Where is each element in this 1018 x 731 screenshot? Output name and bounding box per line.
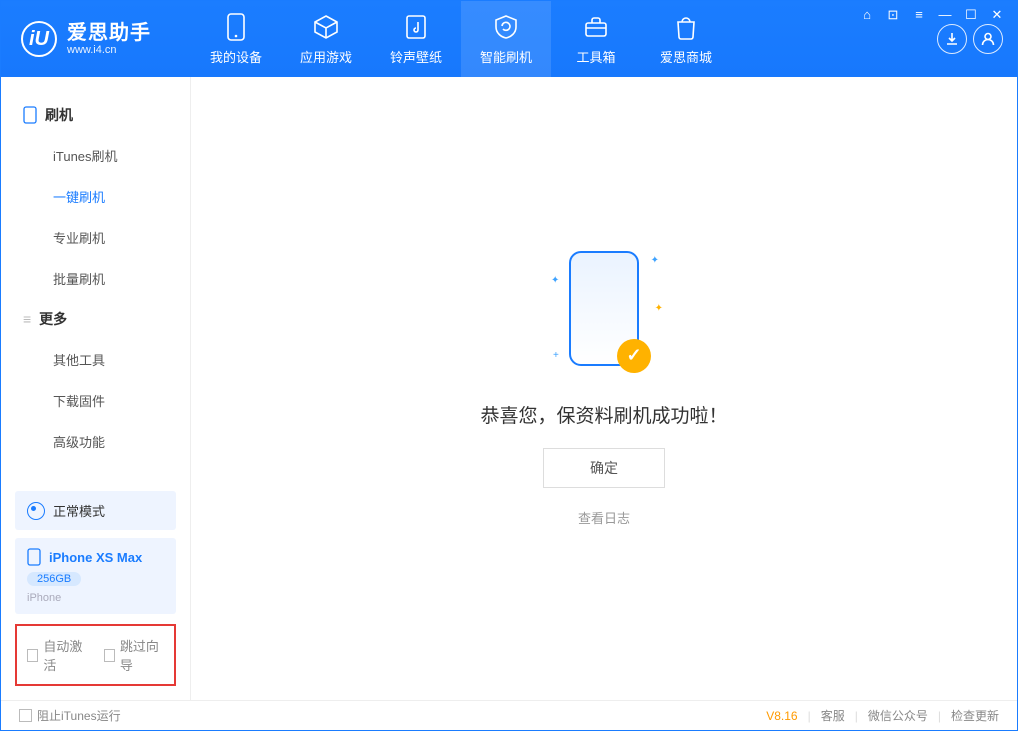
tab-my-device[interactable]: 我的设备 bbox=[191, 1, 281, 77]
bag-icon bbox=[672, 13, 700, 41]
mode-label: 正常模式 bbox=[53, 501, 105, 520]
close-icon[interactable]: ✕ bbox=[989, 7, 1005, 23]
sidebar-group-label: 更多 bbox=[39, 309, 67, 329]
device-type: iPhone bbox=[27, 592, 164, 604]
statusbar: 阻止iTunes运行 V8.16 | 客服 | 微信公众号 | 检查更新 bbox=[1, 700, 1017, 730]
sparkle-icon: + bbox=[553, 350, 559, 361]
tab-toolbox[interactable]: 工具箱 bbox=[551, 1, 641, 77]
tab-label: 应用游戏 bbox=[300, 47, 352, 66]
tab-flash[interactable]: 智能刷机 bbox=[461, 1, 551, 77]
device-capacity-badge: 256GB bbox=[27, 572, 81, 586]
tab-store[interactable]: 爱思商城 bbox=[641, 1, 731, 77]
sidebar-group-flash: 刷机 bbox=[1, 95, 190, 135]
logo: iU 爱思助手 www.i4.cn bbox=[21, 21, 191, 57]
auto-activate-checkbox[interactable]: 自动激活 bbox=[27, 636, 88, 674]
mode-card[interactable]: 正常模式 bbox=[15, 491, 176, 530]
toolbox-icon bbox=[582, 13, 610, 41]
check-update-link[interactable]: 检查更新 bbox=[951, 707, 999, 724]
checkbox-label: 自动激活 bbox=[43, 636, 87, 674]
wechat-link[interactable]: 微信公众号 bbox=[868, 707, 928, 724]
maximize-icon[interactable]: ☐ bbox=[963, 7, 979, 23]
sidebar-group-label: 刷机 bbox=[45, 105, 73, 125]
mode-icon bbox=[27, 502, 45, 520]
version-label: V8.16 bbox=[766, 709, 797, 723]
skin-icon[interactable]: ⌂ bbox=[859, 7, 875, 23]
list-icon: ≡ bbox=[23, 311, 31, 327]
ok-button[interactable]: 确定 bbox=[543, 448, 665, 488]
app-name: 爱思助手 bbox=[67, 22, 151, 44]
skip-guide-checkbox[interactable]: 跳过向导 bbox=[104, 636, 165, 674]
feedback-icon[interactable]: ⊡ bbox=[885, 7, 901, 23]
sparkle-icon: ✦ bbox=[551, 275, 559, 286]
checkbox-label: 跳过向导 bbox=[120, 636, 164, 674]
refresh-shield-icon bbox=[492, 13, 520, 41]
tab-ringtones[interactable]: 铃声壁纸 bbox=[371, 1, 461, 77]
cube-icon bbox=[312, 13, 340, 41]
device-icon bbox=[222, 13, 250, 41]
success-illustration: ✦ ✦ + ✦ ✓ bbox=[559, 251, 649, 381]
block-itunes-checkbox[interactable]: 阻止iTunes运行 bbox=[19, 707, 121, 724]
tab-label: 铃声壁纸 bbox=[390, 47, 442, 66]
sidebar: 刷机 iTunes刷机 一键刷机 专业刷机 批量刷机 ≡ 更多 其他工具 下载固… bbox=[1, 77, 191, 700]
success-message: 恭喜您，保资料刷机成功啦！ bbox=[480, 401, 727, 428]
checkbox-label: 阻止iTunes运行 bbox=[37, 707, 121, 724]
sidebar-item-download-firmware[interactable]: 下载固件 bbox=[1, 380, 190, 421]
support-link[interactable]: 客服 bbox=[821, 707, 845, 724]
sparkle-icon: ✦ bbox=[651, 255, 659, 266]
music-file-icon bbox=[402, 13, 430, 41]
tab-label: 爱思商城 bbox=[660, 47, 712, 66]
nav-tabs: 我的设备 应用游戏 铃声壁纸 智能刷机 工具箱 爱思商城 bbox=[191, 1, 731, 77]
device-name: iPhone XS Max bbox=[49, 550, 142, 565]
sidebar-item-batch-flash[interactable]: 批量刷机 bbox=[1, 258, 190, 299]
sidebar-item-other-tools[interactable]: 其他工具 bbox=[1, 339, 190, 380]
tab-apps[interactable]: 应用游戏 bbox=[281, 1, 371, 77]
sidebar-group-more: ≡ 更多 bbox=[1, 299, 190, 339]
minimize-icon[interactable]: ― bbox=[937, 7, 953, 23]
download-button[interactable] bbox=[937, 24, 967, 54]
sidebar-item-oneclick-flash[interactable]: 一键刷机 bbox=[1, 176, 190, 217]
user-button[interactable] bbox=[973, 24, 1003, 54]
check-badge-icon: ✓ bbox=[617, 339, 651, 373]
view-log-link[interactable]: 查看日志 bbox=[578, 508, 630, 527]
device-card[interactable]: iPhone XS Max 256GB iPhone bbox=[15, 538, 176, 614]
tab-label: 智能刷机 bbox=[480, 47, 532, 66]
tab-label: 我的设备 bbox=[210, 47, 262, 66]
menu-icon[interactable]: ≡ bbox=[911, 7, 927, 23]
sidebar-item-pro-flash[interactable]: 专业刷机 bbox=[1, 217, 190, 258]
sidebar-item-advanced[interactable]: 高级功能 bbox=[1, 421, 190, 462]
tab-label: 工具箱 bbox=[576, 47, 615, 66]
sparkle-icon: ✦ bbox=[655, 303, 663, 314]
device-icon bbox=[27, 548, 41, 566]
logo-icon: iU bbox=[21, 21, 57, 57]
phone-icon bbox=[23, 106, 37, 124]
flash-options-box: 自动激活 跳过向导 bbox=[15, 624, 176, 686]
sidebar-item-itunes-flash[interactable]: iTunes刷机 bbox=[1, 135, 190, 176]
app-url: www.i4.cn bbox=[67, 44, 151, 56]
content-area: ✦ ✦ + ✦ ✓ 恭喜您，保资料刷机成功啦！ 确定 查看日志 bbox=[191, 77, 1017, 700]
